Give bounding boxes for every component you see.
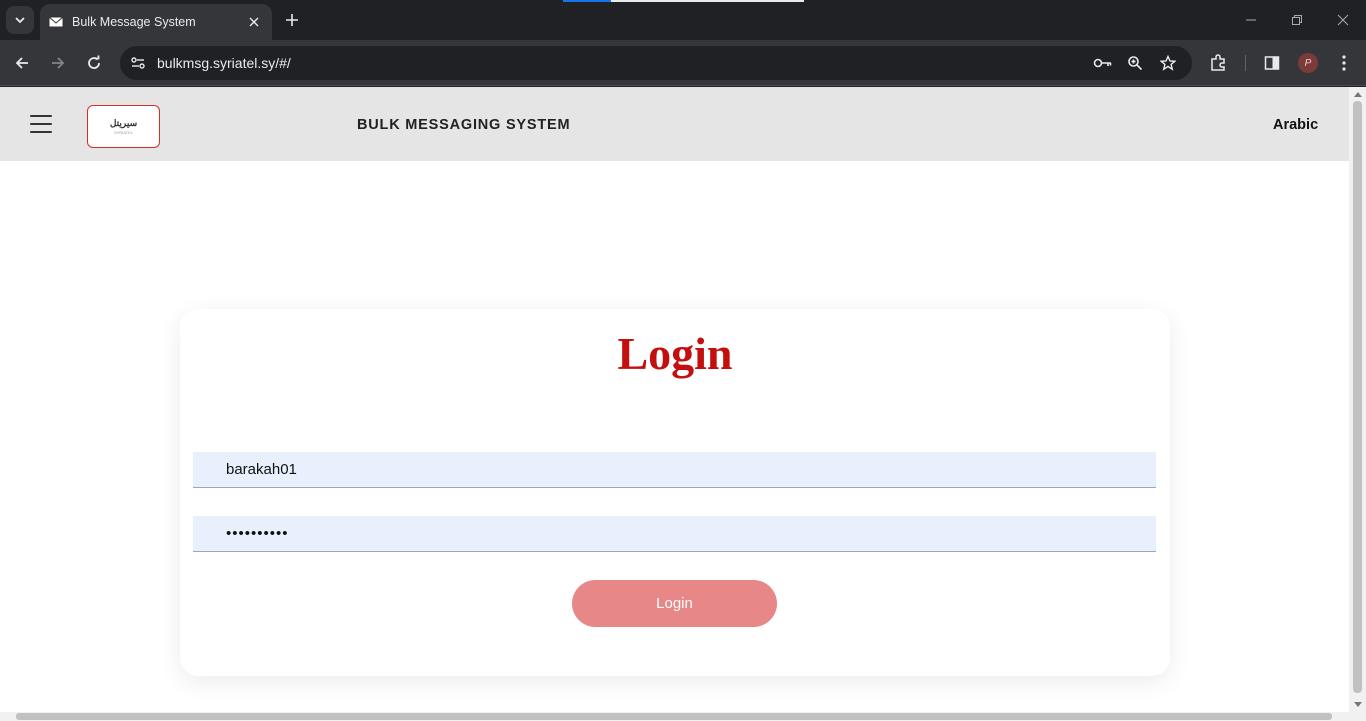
- vertical-scrollbar[interactable]: [1349, 87, 1366, 712]
- loading-bar-track: [611, 0, 804, 2]
- minimize-button[interactable]: [1241, 10, 1261, 30]
- arrow-right-icon: [52, 57, 65, 69]
- new-tab-button[interactable]: [282, 10, 302, 30]
- side-panel-icon[interactable]: [1261, 52, 1283, 74]
- url-text[interactable]: bulkmsg.syriatel.sy/#/: [157, 55, 291, 71]
- forward-button[interactable]: [47, 52, 69, 74]
- restore-icon: [1292, 15, 1302, 25]
- envelope-favicon-icon: [48, 14, 64, 30]
- horizontal-scrollbar[interactable]: [0, 712, 1366, 721]
- scroll-down-icon[interactable]: [1353, 700, 1362, 708]
- restore-button[interactable]: [1287, 10, 1307, 30]
- login-card: Login Login: [180, 309, 1170, 676]
- plus-icon: [286, 14, 298, 26]
- horizontal-scrollbar-thumb[interactable]: [16, 713, 1332, 720]
- app-header: سيريتل SYRIATEL BULK MESSAGING SYSTEM Ar…: [0, 87, 1349, 161]
- logo-text: سيريتل: [109, 118, 138, 128]
- site-info-icon[interactable]: [128, 53, 148, 73]
- app-title: BULK MESSAGING SYSTEM: [357, 117, 571, 133]
- tab-search-button[interactable]: [6, 6, 34, 34]
- close-tab-icon[interactable]: [244, 12, 264, 32]
- key-icon[interactable]: [1093, 53, 1113, 73]
- bookmark-star-icon[interactable]: [1158, 53, 1178, 73]
- loading-bar: [563, 0, 611, 2]
- username-input[interactable]: [193, 452, 1156, 488]
- reload-icon: [88, 55, 100, 69]
- scroll-up-icon[interactable]: [1353, 90, 1362, 98]
- password-input[interactable]: [193, 516, 1156, 552]
- reload-button[interactable]: [83, 52, 105, 74]
- syriatel-logo[interactable]: سيريتل SYRIATEL: [87, 105, 160, 148]
- arrow-left-icon: [15, 57, 28, 69]
- profile-avatar[interactable]: P: [1298, 53, 1318, 73]
- toolbar-separator: [1245, 55, 1246, 71]
- close-icon: [1337, 14, 1349, 26]
- tab-title: Bulk Message System: [72, 15, 196, 29]
- close-window-button[interactable]: [1333, 10, 1353, 30]
- chevron-down-icon: [15, 17, 25, 24]
- extensions-icon[interactable]: [1207, 52, 1229, 74]
- vertical-scrollbar-thumb[interactable]: [1353, 101, 1362, 693]
- active-tab[interactable]: Bulk Message System: [40, 4, 272, 40]
- menu-kebab-icon[interactable]: [1333, 52, 1355, 74]
- address-bar[interactable]: bulkmsg.syriatel.sy/#/: [120, 46, 1192, 80]
- back-button[interactable]: [11, 52, 33, 74]
- zoom-icon[interactable]: [1125, 53, 1145, 73]
- page-viewport: سيريتل SYRIATEL BULK MESSAGING SYSTEM Ar…: [0, 87, 1349, 712]
- logo-subtext: SYRIATEL: [113, 130, 134, 135]
- browser-toolbar: bulkmsg.syriatel.sy/#/ P: [0, 40, 1366, 86]
- language-toggle-link[interactable]: Arabic: [1273, 117, 1318, 133]
- hamburger-menu-icon[interactable]: [30, 115, 52, 133]
- login-button[interactable]: Login: [572, 580, 777, 627]
- minimize-icon: [1246, 19, 1256, 21]
- login-title: Login: [617, 328, 733, 379]
- browser-tabstrip: Bulk Message System: [0, 0, 1366, 40]
